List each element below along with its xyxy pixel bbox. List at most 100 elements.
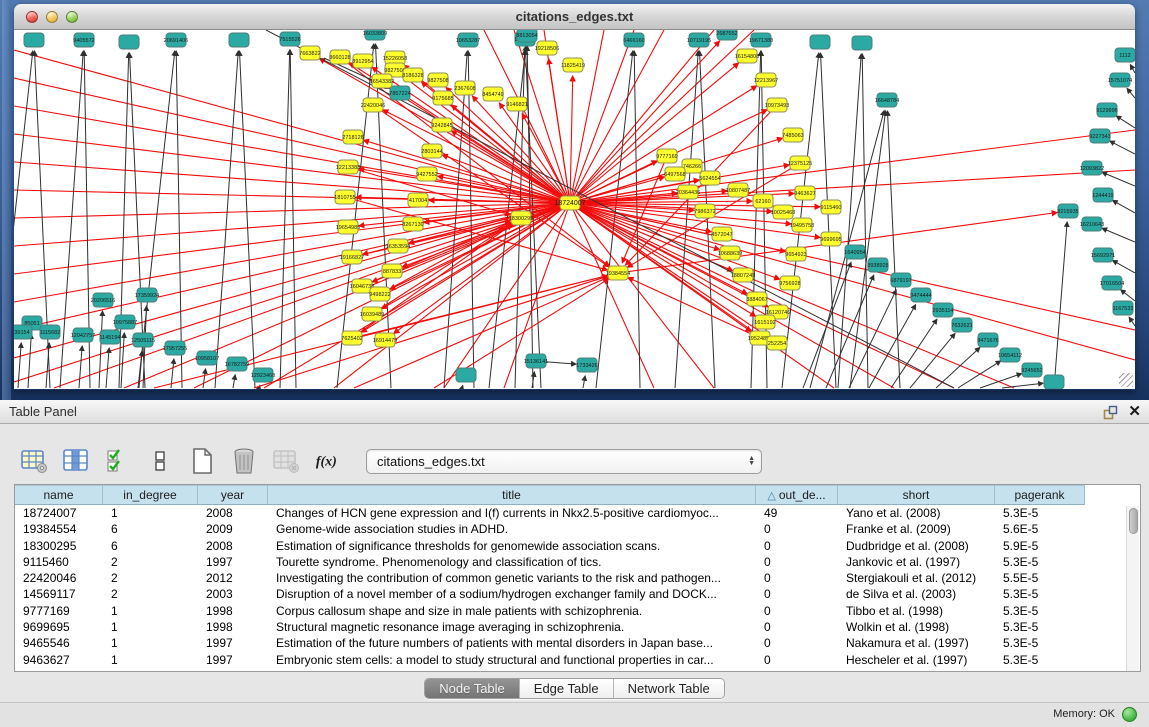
table-cell[interactable]: de Silva et al. (2003): [838, 586, 995, 602]
table-cell[interactable]: 1: [103, 652, 198, 668]
scrollbar-thumb[interactable]: [1129, 508, 1138, 534]
table-cell[interactable]: 19384554: [15, 521, 103, 537]
table-cell[interactable]: Investigating the contribution of common…: [268, 570, 756, 586]
table-cell[interactable]: 2008: [198, 538, 268, 554]
new-column-button[interactable]: [188, 447, 216, 475]
table-cell[interactable]: 9699695: [15, 619, 103, 635]
graph-node[interactable]: [24, 33, 44, 47]
graph-node[interactable]: [229, 33, 249, 47]
table-cell[interactable]: 5.3E-5: [995, 554, 1085, 570]
column-header-in_degree[interactable]: in_degree: [103, 485, 198, 505]
table-cell[interactable]: 0: [756, 652, 838, 668]
column-header-title[interactable]: title: [268, 485, 756, 505]
window-titlebar[interactable]: citations_edges.txt: [14, 4, 1135, 30]
table-cell[interactable]: 9115460: [15, 554, 103, 570]
graph-node[interactable]: [456, 368, 476, 382]
table-row[interactable]: 969969511998Structural magnetic resonanc…: [15, 619, 1140, 635]
table-scrollbar[interactable]: [1126, 506, 1139, 671]
graph-node[interactable]: [852, 36, 872, 50]
table-cell[interactable]: 1997: [198, 554, 268, 570]
network-canvas[interactable]: 9405572206914067515526160338091065328715…: [14, 30, 1135, 389]
select-column-button[interactable]: [62, 447, 90, 475]
table-cell[interactable]: 6: [103, 538, 198, 554]
table-cell[interactable]: Jankovic et al. (1997): [838, 554, 995, 570]
table-cell[interactable]: 5.3E-5: [995, 603, 1085, 619]
tab-node-table[interactable]: Node Table: [425, 679, 520, 698]
table-cell[interactable]: 0: [756, 603, 838, 619]
table-settings-button[interactable]: [20, 447, 48, 475]
table-cell[interactable]: Wolkin et al. (1998): [838, 619, 995, 635]
table-cell[interactable]: Tourette syndrome. Phenomenology and cla…: [268, 554, 756, 570]
table-cell[interactable]: 0: [756, 619, 838, 635]
table-cell[interactable]: Stergiakouli et al. (2012): [838, 570, 995, 586]
table-cell[interactable]: 0: [756, 554, 838, 570]
table-cell[interactable]: 1: [103, 603, 198, 619]
table-cell[interactable]: 5.3E-5: [995, 619, 1085, 635]
select-rows-button[interactable]: [104, 447, 132, 475]
table-cell[interactable]: 1: [103, 505, 198, 521]
table-cell[interactable]: Embryonic stem cells: a model to study s…: [268, 652, 756, 668]
table-cell[interactable]: Nakamura et al. (1997): [838, 635, 995, 651]
table-row[interactable]: 1830029562008Estimation of significance …: [15, 538, 1140, 554]
tab-edge-table[interactable]: Edge Table: [520, 679, 614, 698]
table-cell[interactable]: 0: [756, 635, 838, 651]
table-cell[interactable]: 1997: [198, 652, 268, 668]
table-row[interactable]: 1872400712008Changes of HCN gene express…: [15, 505, 1140, 521]
graph-node[interactable]: [1044, 375, 1064, 389]
table-cell[interactable]: 2: [103, 554, 198, 570]
table-cell[interactable]: 0: [756, 538, 838, 554]
table-cell[interactable]: 2009: [198, 521, 268, 537]
table-row[interactable]: 1456911722003Disruption of a novel membe…: [15, 586, 1140, 602]
table-cell[interactable]: 5.3E-5: [995, 635, 1085, 651]
table-cell[interactable]: 2: [103, 586, 198, 602]
table-cell[interactable]: 5.3E-5: [995, 586, 1085, 602]
table-cell[interactable]: 22420046: [15, 570, 103, 586]
table-cell[interactable]: Structural magnetic resonance image aver…: [268, 619, 756, 635]
network-view-window[interactable]: citations_edges.txt 94055722069140675155…: [14, 4, 1135, 390]
table-cell[interactable]: 5.9E-5: [995, 538, 1085, 554]
table-cell[interactable]: 2012: [198, 570, 268, 586]
column-header-year[interactable]: year: [198, 485, 268, 505]
table-cell[interactable]: 0: [756, 586, 838, 602]
table-cell[interactable]: 1998: [198, 603, 268, 619]
column-header-short[interactable]: short: [838, 485, 995, 505]
table-cell[interactable]: Genome-wide association studies in ADHD.: [268, 521, 756, 537]
table-row[interactable]: 946554611997Estimation of the future num…: [15, 635, 1140, 651]
table-cell[interactable]: Estimation of significance thresholds fo…: [268, 538, 756, 554]
row-height-button[interactable]: [146, 447, 174, 475]
function-builder-button[interactable]: f(x): [314, 447, 342, 475]
table-row[interactable]: 1938455462009Genome-wide association stu…: [15, 521, 1140, 537]
table-cell[interactable]: 1: [103, 635, 198, 651]
table-selector-combobox[interactable]: citations_edges.txt ▲▼: [366, 449, 762, 474]
table-row[interactable]: 911546021997Tourette syndrome. Phenomeno…: [15, 554, 1140, 570]
table-cell[interactable]: 6: [103, 521, 198, 537]
table-cell[interactable]: 5.5E-5: [995, 570, 1085, 586]
table-cell[interactable]: Yano et al. (2008): [838, 505, 995, 521]
table-cell[interactable]: 5.3E-5: [995, 652, 1085, 668]
citation-network-graph[interactable]: 9405572206914067515526160338091065328715…: [14, 30, 1135, 389]
column-header-pagerank[interactable]: pagerank: [995, 485, 1085, 505]
table-cell[interactable]: 1: [103, 619, 198, 635]
table-cell[interactable]: 18300295: [15, 538, 103, 554]
delete-column-button[interactable]: [230, 447, 258, 475]
table-cell[interactable]: 9777169: [15, 603, 103, 619]
table-cell[interactable]: 9463627: [15, 652, 103, 668]
table-cell[interactable]: Disruption of a novel member of a sodium…: [268, 586, 756, 602]
table-cell[interactable]: 1998: [198, 619, 268, 635]
table-cell[interactable]: 2003: [198, 586, 268, 602]
resize-grip[interactable]: [1119, 373, 1133, 387]
table-cell[interactable]: 5.6E-5: [995, 521, 1085, 537]
table-cell[interactable]: Changes of HCN gene expression and I(f) …: [268, 505, 756, 521]
close-panel-icon[interactable]: ✕: [1128, 403, 1141, 421]
table-cell[interactable]: Corpus callosum shape and size in male p…: [268, 603, 756, 619]
column-header-name[interactable]: name: [15, 485, 103, 505]
table-cell[interactable]: 0: [756, 570, 838, 586]
table-cell[interactable]: 2008: [198, 505, 268, 521]
tab-network-table[interactable]: Network Table: [614, 679, 724, 698]
column-header-out_de[interactable]: △out_de...: [756, 485, 838, 505]
table-cell[interactable]: 49: [756, 505, 838, 521]
table-cell[interactable]: Hescheler et al. (1997): [838, 652, 995, 668]
table-cell[interactable]: 2: [103, 570, 198, 586]
table-cell[interactable]: 1997: [198, 635, 268, 651]
table-row[interactable]: 2242004622012Investigating the contribut…: [15, 570, 1140, 586]
